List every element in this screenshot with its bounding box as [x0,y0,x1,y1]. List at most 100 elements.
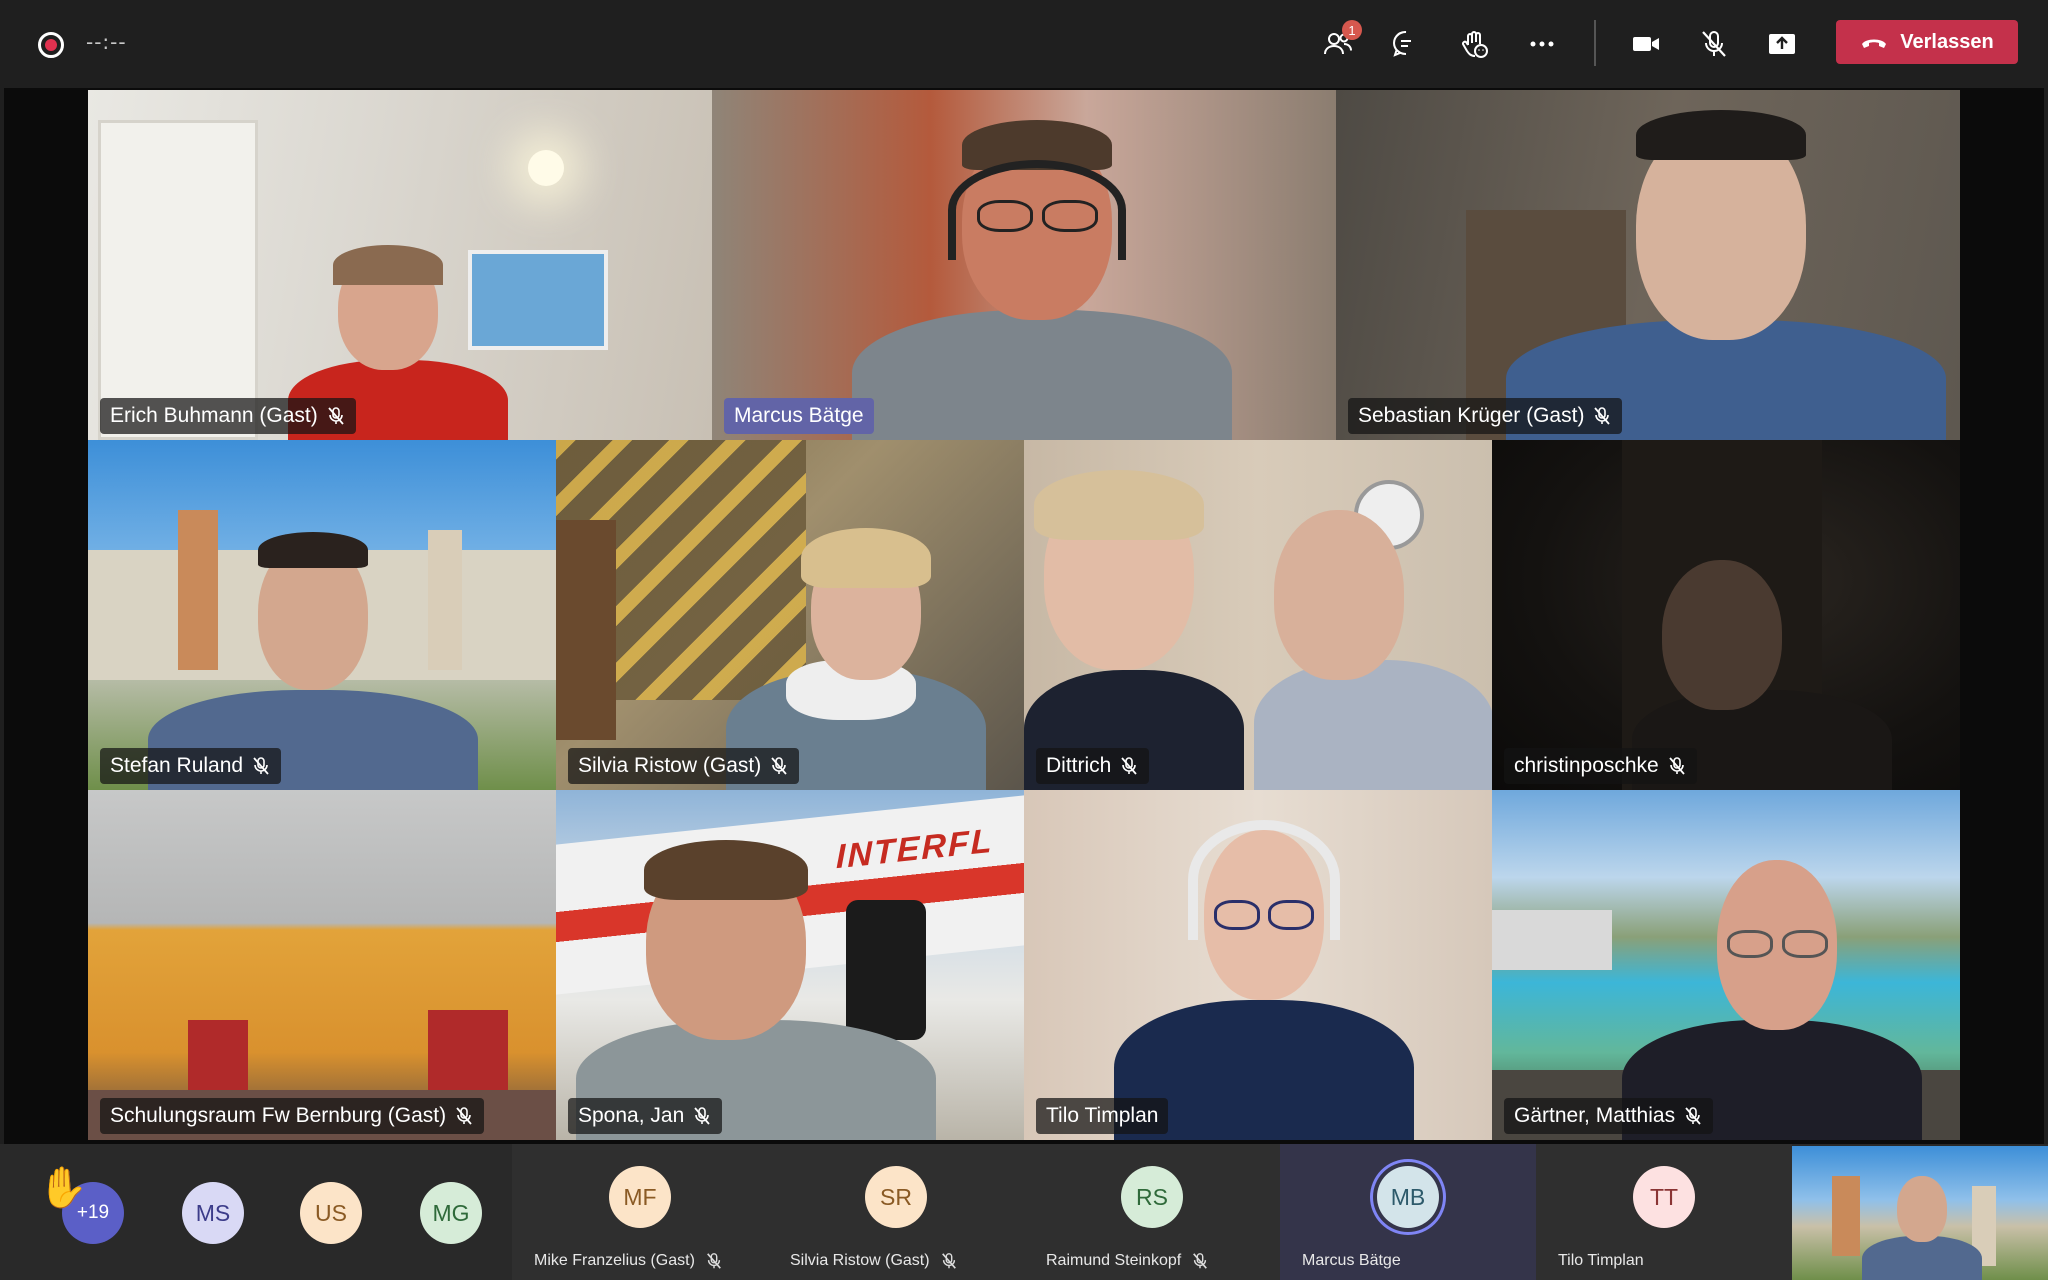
avatar: RS [1121,1166,1183,1228]
participant-name: christinposchke [1514,754,1659,777]
leave-button[interactable]: Verlassen [1836,20,2018,64]
participant-name-tag: Gärtner, Matthias [1504,1098,1714,1134]
participant-name-tag: Sebastian Krüger (Gast) [1348,398,1623,434]
participant-name-tag: Silvia Ristow (Gast) [568,748,800,784]
video-tile[interactable]: Sebastian Krüger (Gast) [1336,90,1960,440]
video-tile[interactable]: Erich Buhmann (Gast) [88,90,712,440]
participant-label: Mike Franzelius (Gast) [534,1252,723,1270]
participant-tile[interactable]: TT Tilo Timplan [1536,1144,1792,1280]
toolbar-divider [1594,20,1596,66]
avatar[interactable]: MG [420,1182,482,1244]
video-tile[interactable]: INTERFL Spona, Jan [556,790,1024,1140]
participant-name: Gärtner, Matthias [1514,1104,1676,1127]
meeting-timer: --:-- [86,30,127,54]
participant-name: Raimund Steinkopf [1046,1252,1182,1269]
person-hair [1636,110,1806,160]
mic-off-icon [1119,756,1139,776]
participant-name-tag: Tilo Timplan [1036,1098,1169,1134]
raised-hand-icon: ✋ [38,1165,88,1211]
hotel-building [1492,910,1612,970]
glasses [1727,930,1773,958]
mic-off-icon [251,756,271,776]
reactions-button[interactable] [1454,24,1494,64]
participant-tile[interactable]: MB Marcus Bätge [1280,1144,1536,1280]
more-actions-button[interactable] [1522,24,1562,64]
avatar: MB [1377,1166,1439,1228]
participant-name: Marcus Bätge [734,404,864,427]
avatar: MF [609,1166,671,1228]
headset [948,160,1126,260]
avatar[interactable]: US [300,1182,362,1244]
participant-name: Marcus Bätge [1302,1252,1401,1269]
participant-name: Erich Buhmann (Gast) [110,404,318,427]
mic-off-icon [454,1106,474,1126]
participant-tile[interactable]: SR Silvia Ristow (Gast) [768,1144,1024,1280]
wall-panel [428,1010,508,1100]
participant-name: Dittrich [1046,754,1112,777]
lamp [528,150,564,186]
overflow-avatars: +19 ✋ MS US MG [0,1144,512,1280]
participant-name: Stefan Ruland [110,754,244,777]
participant-name: Mike Franzelius (Gast) [534,1252,695,1269]
video-stage: Erich Buhmann (Gast) Marcus Bätge Sebast… [4,88,2044,1144]
participant-name-tag: christinposchke [1504,748,1697,784]
glasses [1268,900,1314,930]
video-tile[interactable]: Stefan Ruland [88,440,556,790]
glasses [1782,930,1828,958]
mic-off-icon [941,1253,956,1269]
person-body [1862,1236,1982,1280]
mic-off-icon [707,1253,721,1269]
participant-name: Silvia Ristow (Gast) [790,1252,930,1269]
video-tile[interactable]: Marcus Bätge [712,90,1336,440]
raise-hand-icon [1462,31,1488,58]
hang-up-icon [1862,39,1887,48]
video-tile[interactable]: christinposchke [1492,440,1960,790]
mic-off-icon [1592,406,1612,426]
share-screen-button[interactable] [1762,24,1802,64]
wall-map [468,250,608,350]
person-body [852,310,1232,440]
participant-label: Marcus Bätge [1302,1252,1401,1270]
chat-button[interactable] [1386,24,1426,64]
person-hair [1034,470,1204,540]
person-head [1274,510,1404,680]
person-hair [258,532,368,568]
mic-off-icon [1683,1106,1703,1126]
mic-off-icon [1193,1253,1208,1269]
participant-name: Schulungsraum Fw Bernburg (Gast) [110,1104,447,1127]
participant-name-tag: Schulungsraum Fw Bernburg (Gast) [100,1098,485,1134]
avatar[interactable]: MS [182,1182,244,1244]
chat-icon [1393,30,1411,57]
self-view-video[interactable] [1792,1146,2048,1280]
door [98,120,258,440]
person-hair [644,840,808,900]
participants-badge: 1 [1342,20,1362,40]
person-hair [801,528,931,588]
more-icon [1530,41,1554,47]
mic-off-icon [1667,756,1687,776]
participant-strip: +19 ✋ MS US MG MF Mike Franzelius (Gast)… [0,1144,2048,1280]
video-tile[interactable]: Gärtner, Matthias [1492,790,1960,1140]
castle-tower [428,530,462,670]
leave-label: Verlassen [1900,30,1994,53]
participant-name-tag: Stefan Ruland [100,748,282,784]
participant-label: Raimund Steinkopf [1046,1252,1209,1270]
video-tile[interactable]: Dittrich [1024,440,1492,790]
meeting-toolbar: --:-- 1 Verlassen [0,0,2048,86]
participants-button[interactable]: 1 [1318,20,1362,64]
mic-button[interactable] [1694,24,1734,64]
participant-tile[interactable]: MF Mike Franzelius (Gast) [512,1144,768,1280]
participant-name-tag: Spona, Jan [568,1098,723,1134]
castle-tower [178,510,218,670]
participant-name-tag: Dittrich [1036,748,1150,784]
participant-label: Tilo Timplan [1558,1252,1644,1270]
person-hair [333,245,443,285]
participant-name: Tilo Timplan [1558,1252,1644,1269]
participant-tile[interactable]: RS Raimund Steinkopf [1024,1144,1280,1280]
camera-button[interactable] [1626,24,1666,64]
video-tile[interactable]: Tilo Timplan [1024,790,1492,1140]
glasses [1214,900,1260,930]
participant-name: Silvia Ristow (Gast) [578,754,762,777]
video-tile[interactable]: Schulungsraum Fw Bernburg (Gast) [88,790,556,1140]
video-tile[interactable]: Silvia Ristow (Gast) [556,440,1024,790]
